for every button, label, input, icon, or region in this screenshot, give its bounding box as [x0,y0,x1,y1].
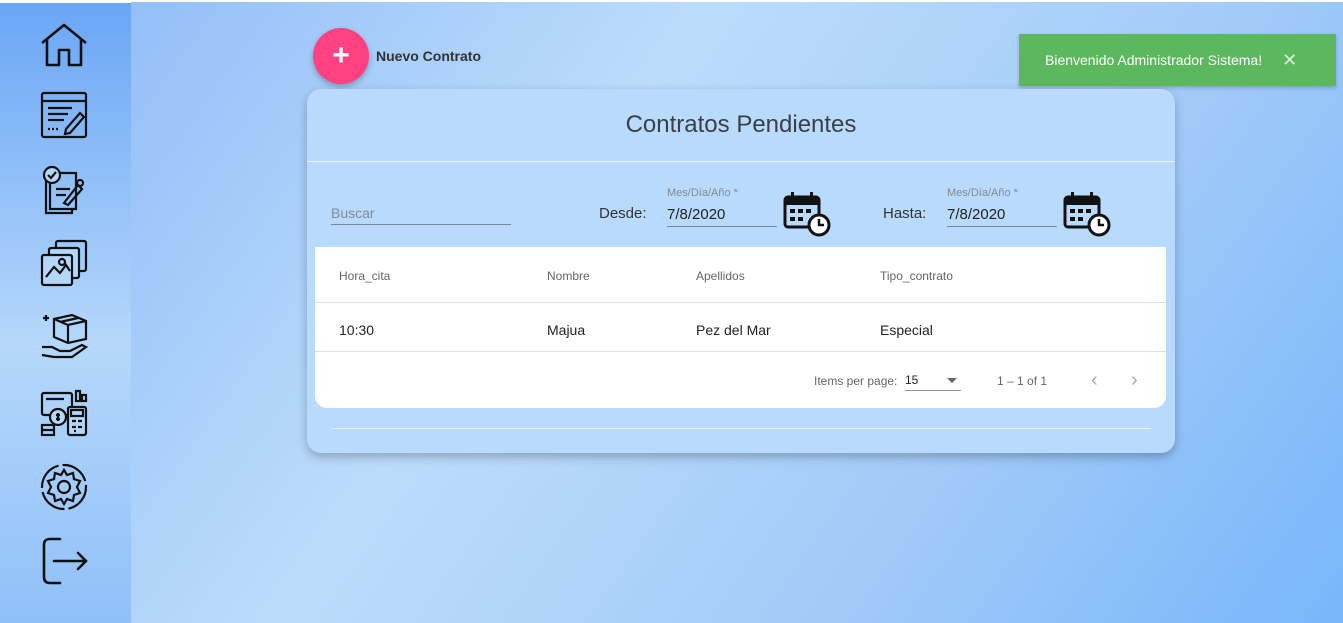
calendar-clock-icon[interactable] [1063,189,1111,237]
plus-icon: + [332,39,350,72]
page-size-value: 15 [905,373,919,387]
header-divider [315,302,1166,303]
contracts-table: Hora_cita Nombre Apellidos Tipo_contrato… [315,247,1166,408]
home-icon[interactable] [36,17,92,73]
table-cell[interactable]: Majua [547,322,585,338]
column-header-hora-cita[interactable]: Hora_cita [339,269,390,283]
from-date-field[interactable]: Mes/Día/Año * 7/8/2020 [667,187,777,227]
from-date-value: 7/8/2020 [667,206,726,223]
to-date-placeholder: Mes/Día/Año * [947,187,1018,199]
to-date-field[interactable]: Mes/Día/Año * 7/8/2020 [947,187,1057,227]
from-date-placeholder: Mes/Día/Año * [667,187,738,199]
to-label: Hasta: [883,205,927,222]
document-approve-icon[interactable] [36,161,92,217]
settings-gear-icon[interactable] [36,459,92,515]
page-range-label: 1 – 1 of 1 [997,374,1048,388]
contract-edit-icon[interactable] [36,87,92,143]
new-contract-label[interactable]: Nuevo Contrato [376,48,481,64]
sidebar [0,0,131,623]
next-page-button[interactable]: › [1131,369,1138,392]
welcome-toast: Bienvenido Administrador Sistema! ✕ [1019,34,1336,86]
previous-page-button[interactable]: ‹ [1091,369,1098,392]
column-header-nombre[interactable]: Nombre [547,269,590,283]
finance-calculator-icon[interactable] [36,385,92,441]
toast-message: Bienvenido Administrador Sistema! [1045,52,1263,68]
logout-icon[interactable] [36,533,92,589]
to-date-value: 7/8/2020 [947,206,1006,223]
top-border [0,0,1343,2]
table-cell[interactable]: Pez del Mar [696,322,771,338]
from-label: Desde: [599,205,647,222]
calendar-clock-icon[interactable] [783,189,831,237]
table-cell[interactable]: 10:30 [339,322,374,338]
close-icon[interactable]: ✕ [1282,50,1297,71]
column-header-apellidos[interactable]: Apellidos [696,269,745,283]
row-divider [315,351,1166,352]
table-cell[interactable]: Especial [880,322,933,338]
page-title: Contratos Pendientes [625,111,857,138]
title-divider [307,161,1175,162]
pending-contracts-card: Contratos Pendientes Buscar Desde: Mes/D… [307,89,1175,453]
new-contract-button[interactable]: + [313,28,369,84]
footer-divider [331,428,1151,429]
gallery-icon[interactable] [36,235,92,291]
page-size-select[interactable]: 15 [905,371,961,391]
search-input[interactable]: Buscar [331,203,511,225]
items-per-page-label: Items per page: [814,374,898,388]
chevron-down-icon [947,378,957,383]
column-header-tipo-contrato[interactable]: Tipo_contrato [880,269,953,283]
delivery-box-icon[interactable] [36,309,92,365]
